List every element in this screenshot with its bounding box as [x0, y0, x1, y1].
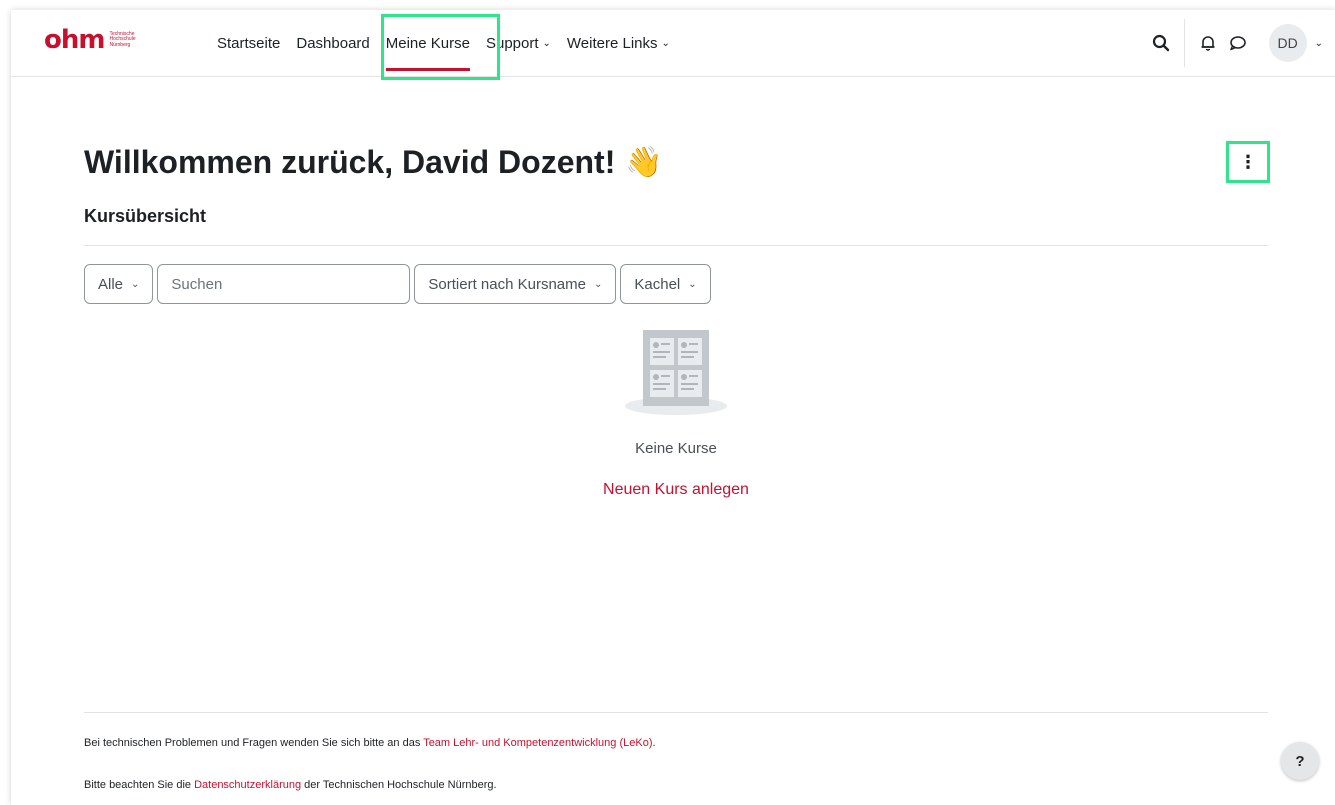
course-search-input[interactable] [157, 264, 411, 304]
message-icon[interactable] [1223, 28, 1253, 58]
logo-sub-line: Nürnberg [109, 41, 131, 48]
search-icon[interactable] [1146, 28, 1176, 58]
logo-word: ohm [44, 25, 105, 55]
user-menu-chevron-down-icon[interactable]: ⌄ [1315, 38, 1323, 49]
nav-item-label: Weitere Links [566, 34, 658, 52]
footer-text: Bei technischen Problemen und Fragen wen… [84, 737, 424, 749]
section-divider [84, 245, 1268, 246]
welcome-heading: Willkommen zurück, David Dozent! [84, 144, 616, 180]
view-dropdown-label: Kachel [634, 275, 681, 293]
nav-item-meine-kurse[interactable]: Meine Kurse [378, 10, 478, 76]
footer-support-text: Bei technischen Problemen und Fragen wen… [84, 737, 656, 749]
nav-item-label: Support [485, 34, 539, 52]
top-navbar: ohm Technische Hochschule Nürnberg Start… [11, 10, 1335, 80]
chevron-down-icon: ⌄ [131, 278, 140, 290]
nav-item-support[interactable]: Support ⌄ [478, 10, 559, 76]
nav-item-label: Startseite [217, 34, 281, 52]
empty-courses-illustration [625, 330, 727, 415]
nav-item-weitere-links[interactable]: Weitere Links ⌄ [559, 10, 678, 76]
chevron-down-icon: ⌄ [542, 37, 551, 49]
ohm-logo[interactable]: ohm Technische Hochschule Nürnberg [44, 27, 136, 53]
bell-icon[interactable] [1193, 28, 1223, 58]
sort-dropdown-label: Sortiert nach Kursname [428, 275, 586, 293]
chevron-down-icon: ⌄ [688, 278, 697, 290]
user-avatar[interactable]: DD [1268, 24, 1307, 62]
leko-team-link[interactable]: Team Lehr- und Kompetenzentwicklung (LeK… [423, 737, 652, 749]
waving-hand-icon: 👋 [625, 145, 663, 179]
new-course-link[interactable]: Neuen Kurs anlegen [566, 481, 786, 499]
empty-state-text: Keine Kurse [635, 440, 717, 457]
privacy-policy-link[interactable]: Datenschutzerklärung [194, 779, 301, 791]
nav-item-label: Meine Kurse [385, 34, 470, 52]
navbar-actions: DD ⌄ [1146, 10, 1335, 76]
chevron-down-icon: ⌄ [593, 278, 603, 290]
chevron-down-icon: ⌄ [661, 37, 670, 49]
filter-dropdown-label: Alle [98, 275, 124, 293]
primary-navigation: Startseite Dashboard Meine Kurse Support… [209, 10, 678, 76]
browser-page: ohm Technische Hochschule Nürnberg Start… [11, 10, 1335, 805]
section-title: Kursübersicht [84, 206, 207, 226]
footer-text: der Technischen Hochschule Nürnberg. [301, 779, 497, 791]
navbar-divider [1183, 19, 1185, 67]
kebab-menu-icon: ⋮ [1239, 151, 1257, 172]
footer-text: . [652, 737, 656, 749]
view-dropdown[interactable]: Kachel ⌄ [620, 264, 711, 304]
nav-item-label: Dashboard [296, 34, 370, 52]
logo-subtitle: Technische Hochschule Nürnberg [109, 31, 135, 49]
nav-item-startseite[interactable]: Startseite [209, 10, 288, 76]
sort-dropdown[interactable]: Sortiert nach Kursname ⌄ [414, 264, 617, 304]
page-title: Willkommen zurück, David Dozent! 👋 [84, 144, 663, 181]
footer-text: Bitte beachten Sie die [84, 779, 195, 791]
help-button[interactable]: ? [1281, 742, 1319, 780]
filter-dropdown[interactable]: Alle ⌄ [84, 264, 154, 304]
nav-item-dashboard[interactable]: Dashboard [288, 10, 377, 76]
footer-privacy-text: Bitte beachten Sie die Datenschutzerklär… [84, 779, 497, 791]
page-actions-menu-button[interactable]: ⋮ [1226, 141, 1270, 183]
footer-divider [84, 712, 1268, 713]
course-overview-controls: Alle ⌄ Sortiert nach Kursname ⌄ Kachel ⌄ [84, 264, 711, 304]
